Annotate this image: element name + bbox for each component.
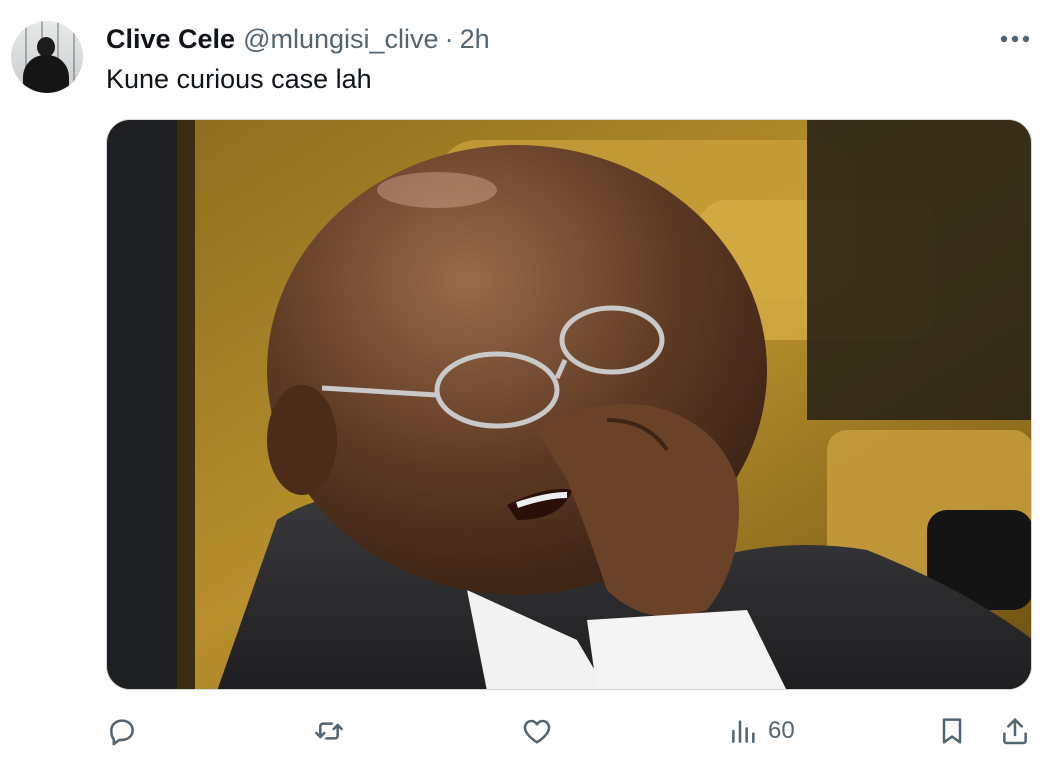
reply-button[interactable] <box>106 707 138 755</box>
views-button[interactable]: 60 <box>728 707 795 755</box>
tweet-header: Clive Cele @mlungisi_clive · 2h <box>106 23 490 55</box>
photo-man-laughing <box>107 120 1031 689</box>
bookmark-button[interactable] <box>936 707 968 755</box>
views-count: 60 <box>768 717 795 744</box>
like-button[interactable] <box>521 707 553 755</box>
bookmark-icon <box>942 718 962 744</box>
analytics-icon <box>732 720 755 743</box>
retweet-button[interactable] <box>313 707 345 755</box>
more-button[interactable] <box>998 26 1032 52</box>
reply-icon <box>110 719 134 746</box>
heart-icon <box>523 719 551 744</box>
author-name[interactable]: Clive Cele <box>106 23 235 55</box>
share-button[interactable] <box>999 707 1031 755</box>
avatar[interactable] <box>11 21 83 93</box>
separator-dot: · <box>444 24 454 54</box>
tweet-timestamp[interactable]: 2h <box>460 23 490 55</box>
tweet-text: Kune curious case lah <box>106 64 372 94</box>
tweet-actions: 60 <box>0 707 1050 755</box>
share-icon <box>1003 718 1027 745</box>
avatar-figure <box>37 37 55 57</box>
author-handle[interactable]: @mlungisi_clive <box>243 23 438 55</box>
more-icon <box>1000 35 1030 43</box>
tweet-image[interactable] <box>106 119 1032 690</box>
avatar-figure-body <box>23 55 69 93</box>
retweet-icon <box>315 722 343 740</box>
